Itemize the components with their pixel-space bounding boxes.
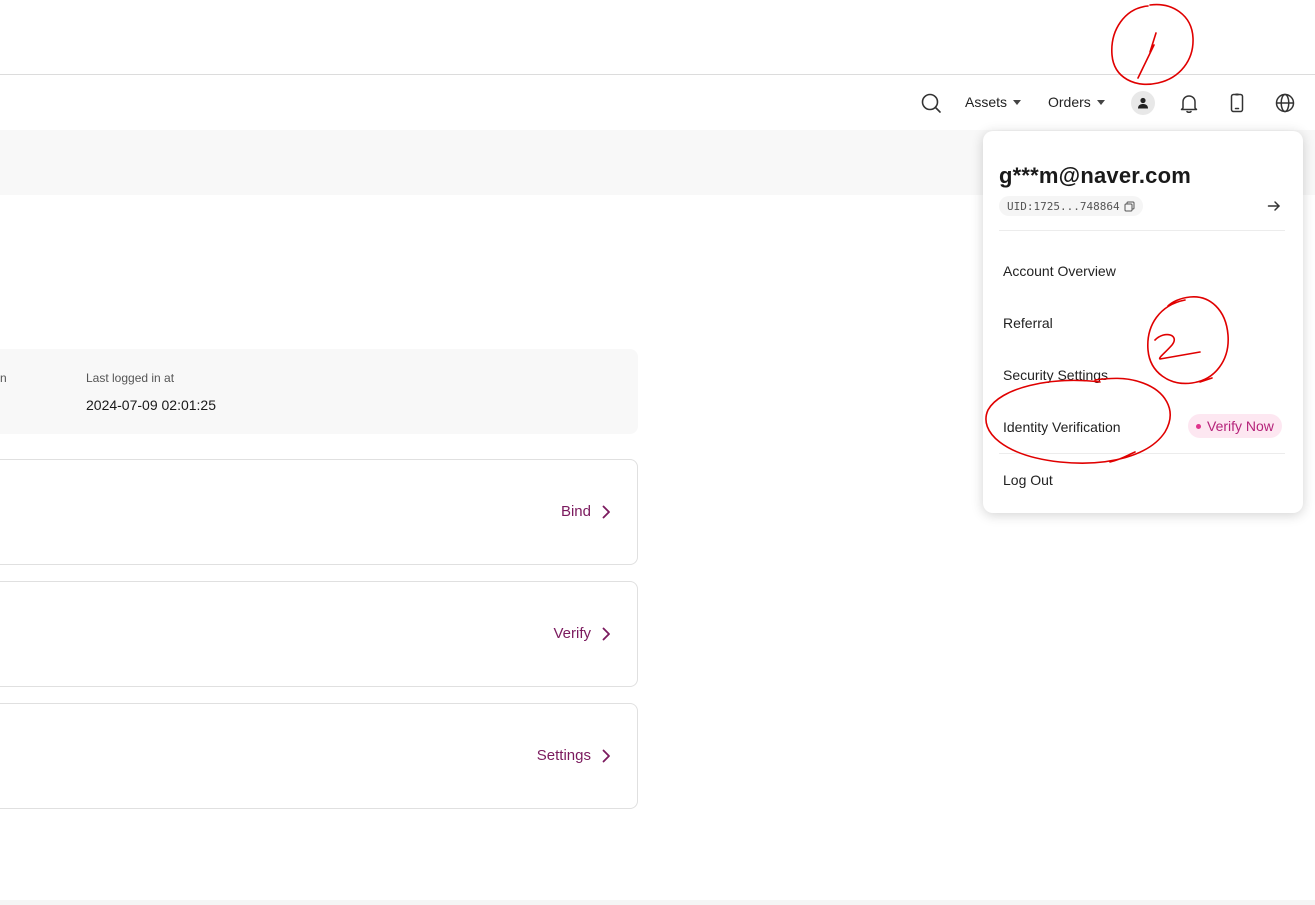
dropdown-divider (999, 453, 1285, 454)
top-navbar: Assets Orders (0, 75, 1315, 130)
caret-down-icon (1013, 99, 1022, 105)
bind-label: Bind (560, 503, 591, 520)
settings-card: Settings (0, 703, 638, 809)
user-dropdown-menu: g***m@naver.com UID:1725...748864 Accoun… (983, 131, 1303, 513)
globe-icon[interactable] (1274, 92, 1296, 114)
verify-label: Verify (553, 625, 591, 642)
bell-icon[interactable] (1178, 92, 1200, 114)
bottom-divider (0, 900, 1315, 905)
verify-card: Verify (0, 581, 638, 687)
verify-now-badge[interactable]: Verify Now (1188, 414, 1282, 438)
status-dot-icon (1196, 423, 1201, 429)
verify-now-label: Verify Now (1207, 418, 1274, 434)
arrow-right-icon[interactable] (1266, 198, 1282, 214)
bind-card: Bind (0, 459, 638, 565)
verify-button[interactable]: Verify (553, 625, 611, 642)
menu-item-referral[interactable]: Referral (1003, 315, 1053, 331)
avatar-button[interactable] (1131, 91, 1155, 115)
phone-icon[interactable] (1226, 92, 1248, 114)
menu-item-identity-verification[interactable]: Identity Verification (1003, 419, 1121, 435)
login-info-label-cut: n (0, 371, 7, 385)
menu-item-log-out[interactable]: Log Out (1003, 472, 1053, 488)
uid-chip[interactable]: UID:1725...748864 (999, 196, 1143, 216)
user-icon (1138, 97, 1148, 109)
menu-item-account-overview[interactable]: Account Overview (1003, 263, 1116, 279)
last-logged-label: Last logged in at (86, 371, 175, 385)
settings-label: Settings (536, 747, 591, 764)
orders-menu[interactable]: Orders (1048, 94, 1105, 110)
login-info-card: n Last logged in at 2024-07-09 02:01:25 (0, 349, 638, 434)
menu-item-security-settings[interactable]: Security Settings (1003, 367, 1108, 383)
caret-down-icon (1096, 99, 1105, 105)
bind-button[interactable]: Bind (561, 503, 611, 520)
search-icon[interactable] (920, 92, 942, 114)
user-email: g***m@naver.com (999, 163, 1191, 188)
copy-icon[interactable] (1124, 201, 1135, 212)
last-logged-value: 2024-07-09 02:01:25 (86, 397, 216, 413)
chevron-right-icon (602, 749, 610, 762)
dropdown-divider (999, 230, 1285, 231)
assets-menu-label: Assets (965, 94, 1008, 110)
settings-button[interactable]: Settings (537, 747, 611, 764)
orders-menu-label: Orders (1048, 94, 1091, 110)
uid-text: UID:1725...748864 (1007, 199, 1120, 213)
chevron-right-icon (602, 505, 610, 518)
assets-menu[interactable]: Assets (965, 94, 1022, 110)
chevron-right-icon (602, 627, 610, 640)
top-strip (0, 0, 1315, 75)
